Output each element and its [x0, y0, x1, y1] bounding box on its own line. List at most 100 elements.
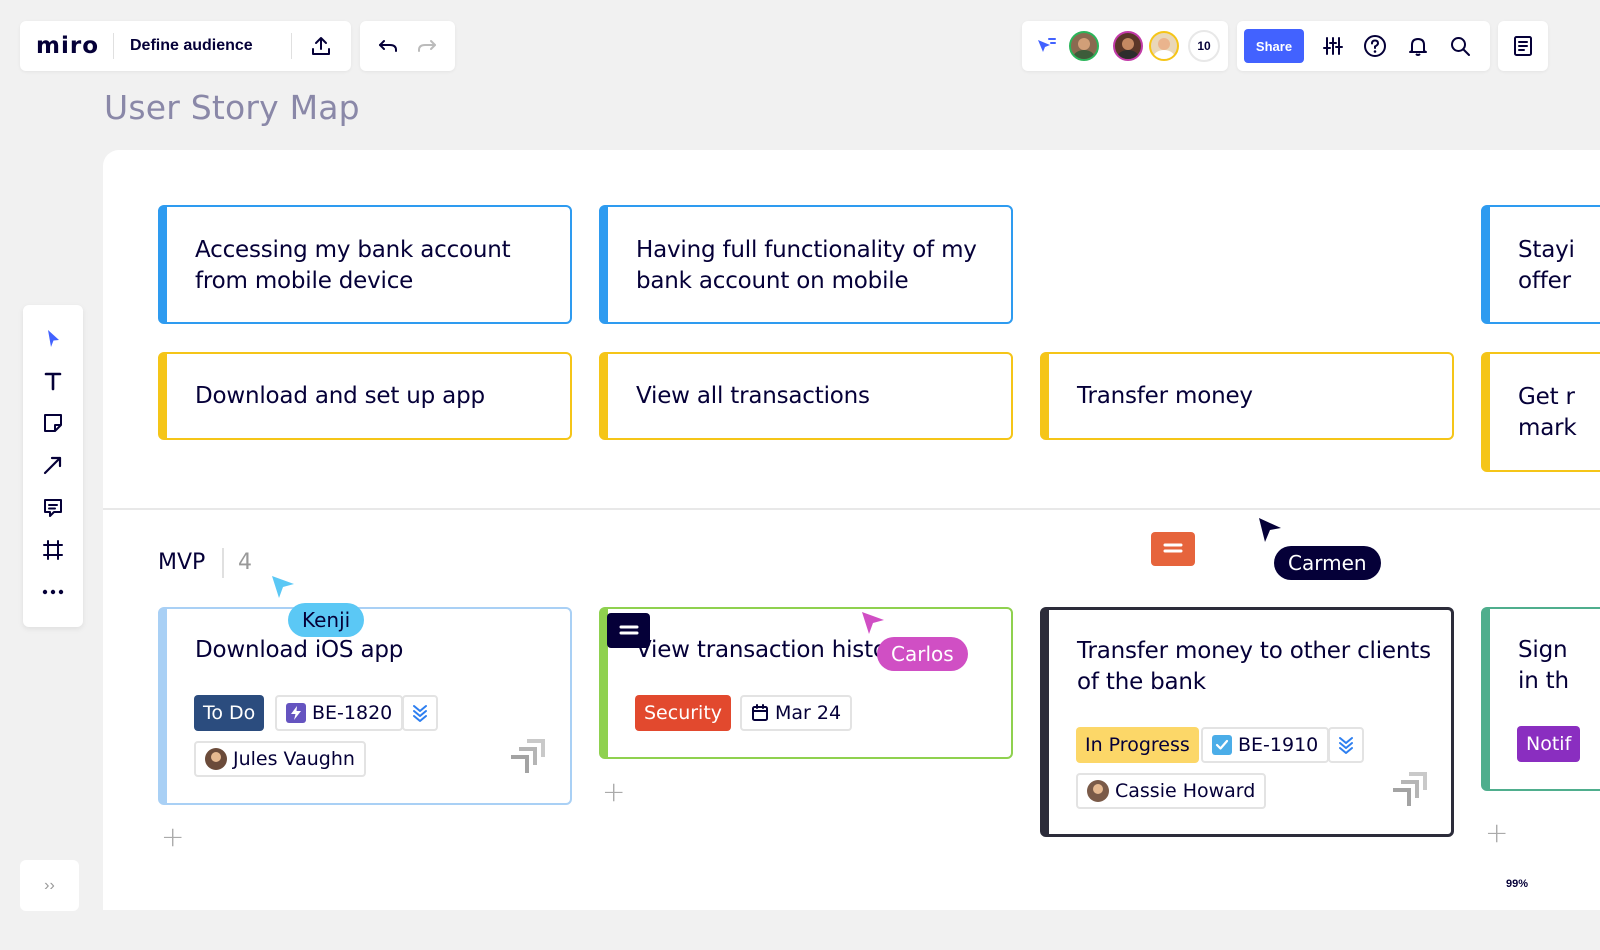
story-title: Download iOS app [195, 637, 404, 663]
kenji-cursor-icon [270, 574, 296, 605]
board-name[interactable]: Define audience [130, 37, 253, 55]
cursor-follow-icon[interactable] [1034, 34, 1058, 58]
add-story-button[interactable]: + [602, 775, 625, 808]
release-count: 4 [238, 550, 252, 575]
cursor-label-carmen: Carmen [1274, 546, 1381, 580]
zoom-level[interactable]: 99% [1506, 878, 1528, 890]
ticket-tag[interactable]: BE-1820 [275, 695, 404, 731]
activity-text: from mobile device [195, 268, 414, 294]
carmen-cursor-icon [1257, 516, 1283, 549]
notifications-bell-icon[interactable] [1406, 34, 1430, 58]
notes-icon[interactable] [1511, 34, 1535, 58]
add-story-button[interactable]: + [161, 820, 184, 853]
add-story-button[interactable]: + [1485, 816, 1508, 849]
share-button[interactable]: Share [1244, 29, 1304, 63]
collaborators-panel: 10 [1022, 21, 1228, 71]
cursor-label-carlos: Carlos [877, 637, 968, 671]
story-title: of the bank [1077, 669, 1206, 695]
priority-lowest-icon[interactable] [402, 695, 438, 731]
security-tag[interactable]: Security [635, 695, 732, 731]
redo-icon[interactable] [415, 34, 439, 58]
task-card[interactable]: Transfer money [1040, 352, 1454, 440]
board-tools-panel: Share [1237, 21, 1490, 71]
carlos-cursor-icon [860, 610, 886, 641]
activity-text: Having full functionality of my [636, 237, 977, 263]
cursor-label-kenji: Kenji [288, 603, 365, 637]
activity-card[interactable]: Accessing my bank account from mobile dev… [158, 205, 572, 324]
assignee-tag[interactable]: Cassie Howard [1076, 773, 1267, 809]
release-label[interactable]: MVP [158, 550, 205, 575]
board-header-panel: miro Define audience [20, 21, 351, 71]
epic-icon [286, 703, 306, 723]
task-text: Get r [1518, 384, 1575, 410]
comment-tool-icon[interactable] [38, 493, 68, 523]
tools-toolbar [23, 305, 83, 627]
status-badge[interactable]: To Do [194, 695, 265, 731]
release-divider [103, 508, 1600, 510]
frame-tool-icon[interactable] [38, 535, 68, 565]
task-text: View all transactions [636, 383, 870, 409]
collaborator-avatar[interactable] [1149, 31, 1179, 61]
story-card[interactable]: View transaction history Security Mar 24 [599, 607, 1013, 759]
story-title: Sign [1518, 637, 1568, 663]
sticky-note-icon[interactable] [38, 408, 68, 438]
task-card[interactable]: Download and set up app [158, 352, 572, 440]
connection-line-icon[interactable] [38, 450, 68, 480]
undo-icon[interactable] [376, 34, 400, 58]
ticket-id: BE-1820 [312, 702, 393, 724]
activity-card[interactable]: Having full functionality of my bank acco… [599, 205, 1013, 324]
task-text: Transfer money [1077, 383, 1253, 409]
notes-panel [1498, 21, 1548, 71]
story-card[interactable]: Transfer money to other clients of the ba… [1040, 607, 1454, 837]
collaborator-avatar[interactable] [1069, 31, 1099, 61]
task-text: mark [1518, 415, 1577, 441]
task-text: Download and set up app [195, 383, 485, 409]
ticket-tag[interactable]: BE-1910 [1201, 727, 1330, 763]
status-badge[interactable]: In Progress [1076, 727, 1199, 763]
more-tools-icon[interactable] [38, 577, 68, 607]
jira-logo-icon [507, 737, 547, 782]
priority-lowest-icon[interactable] [1328, 727, 1364, 763]
task-checkbox-icon [1212, 735, 1232, 755]
assignee-tag[interactable]: Jules Vaughn [194, 741, 366, 777]
ticket-id: BE-1910 [1238, 734, 1319, 756]
story-card[interactable]: Download iOS app To Do BE-1820 Jules Vau… [158, 607, 572, 805]
story-title: in th [1518, 668, 1569, 694]
assignee-name: Cassie Howard [1115, 780, 1256, 802]
task-card[interactable]: Get r mark [1481, 352, 1600, 472]
settings-sliders-icon[interactable] [1321, 34, 1345, 58]
due-date: Mar 24 [775, 702, 842, 724]
search-icon[interactable] [1448, 34, 1472, 58]
story-title: Transfer money to other clients [1077, 638, 1431, 664]
comment-icon[interactable] [607, 613, 650, 648]
divider [222, 548, 224, 578]
select-cursor-icon[interactable] [38, 324, 68, 354]
activity-card[interactable]: Stayi offer [1481, 205, 1600, 324]
undo-redo-panel [360, 21, 455, 71]
jira-logo-icon [1389, 770, 1429, 815]
page-title: User Story Map [104, 88, 360, 127]
text-tool-icon[interactable] [38, 366, 68, 396]
story-map-board[interactable]: Accessing my bank account from mobile dev… [103, 150, 1600, 910]
divider [291, 33, 292, 59]
activity-text: Accessing my bank account [195, 237, 511, 263]
collaborator-avatar[interactable] [1113, 31, 1143, 61]
activity-text: bank account on mobile [636, 268, 909, 294]
notification-tag[interactable]: Notif [1517, 726, 1581, 762]
due-date-tag[interactable]: Mar 24 [740, 695, 853, 731]
calendar-icon [751, 704, 769, 722]
expand-panel-button[interactable]: ›› [20, 860, 79, 911]
collaborator-count[interactable]: 10 [1188, 30, 1220, 62]
help-icon[interactable] [1363, 34, 1387, 58]
activity-text: Stayi [1518, 237, 1575, 263]
miro-logo[interactable]: miro [36, 33, 99, 59]
activity-text: offer [1518, 268, 1571, 294]
assignee-name: Jules Vaughn [233, 748, 355, 770]
export-icon[interactable] [308, 33, 334, 59]
task-card[interactable]: View all transactions [599, 352, 1013, 440]
chevron-double-right-icon: ›› [44, 876, 55, 894]
assignee-avatar [205, 748, 227, 770]
comment-icon[interactable] [1151, 532, 1195, 566]
story-card[interactable]: Sign in th Notif [1481, 607, 1600, 791]
divider [113, 33, 114, 59]
